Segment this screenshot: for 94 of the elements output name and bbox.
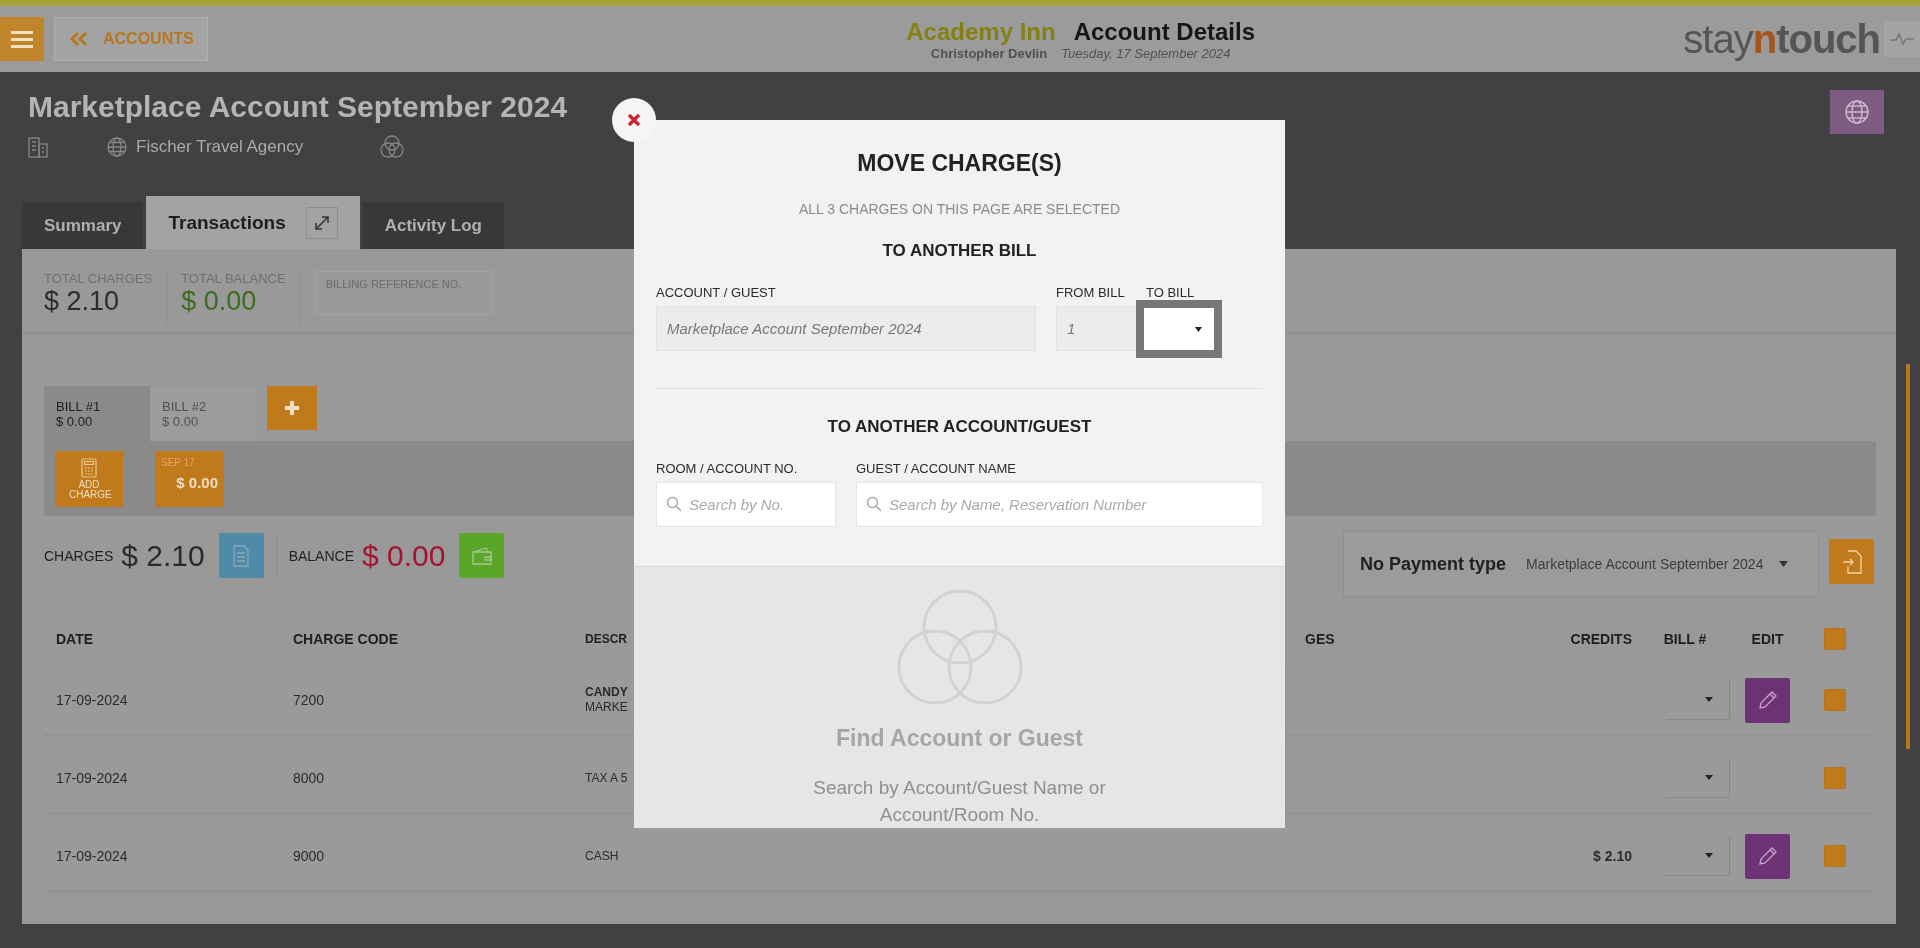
hotel-name: Academy Inn xyxy=(906,17,1056,46)
charges-label: CHARGES xyxy=(44,547,114,564)
account-title: Marketplace Account September 2024 xyxy=(28,90,568,124)
business-date: Tuesday, 17 September 2024 xyxy=(1061,45,1231,61)
tab[interactable]: Transactions xyxy=(146,196,360,249)
table-cell: MARKE xyxy=(585,700,628,715)
close-icon xyxy=(627,113,641,127)
menu-icon xyxy=(11,30,33,48)
building-icon xyxy=(28,136,48,158)
balance-amount: $ 0.00 xyxy=(362,538,446,573)
caret-icon xyxy=(1195,326,1202,332)
language-button[interactable] xyxy=(1830,90,1884,134)
wallet-icon xyxy=(470,546,493,565)
payment-type: No Payment type xyxy=(1360,553,1507,575)
tab[interactable]: Summary xyxy=(22,202,144,249)
field-label: ROOM / ACCOUNT NO. xyxy=(656,461,799,476)
bill-dropdown[interactable] xyxy=(1666,680,1730,720)
double-chevron-icon xyxy=(69,31,89,47)
table-cell: TAX A 5 xyxy=(585,770,628,786)
plus-icon xyxy=(284,400,300,416)
table-cell-text: 17-09-2024 xyxy=(56,848,129,864)
add-bill-button[interactable] xyxy=(267,386,317,430)
room-search-field[interactable]: Search by No. xyxy=(656,482,836,527)
globe-icon xyxy=(1844,99,1870,125)
pencil-icon xyxy=(1756,845,1779,867)
column-header: EDIT xyxy=(1751,630,1784,647)
column-header: DATE xyxy=(56,630,95,647)
page-title: Account Details xyxy=(1073,17,1256,46)
table-cell: CANDY xyxy=(585,685,628,700)
expand-icon xyxy=(312,213,331,232)
total-value: $ 2.10 xyxy=(44,286,121,317)
table-cell: CASH xyxy=(585,848,619,864)
caret-icon xyxy=(1705,697,1713,702)
column-header: GES xyxy=(1305,630,1336,647)
field-label: GUEST / ACCOUNT NAME xyxy=(856,461,1017,476)
logo: stayntouch xyxy=(1683,16,1880,62)
field-label: ACCOUNT / GUEST xyxy=(656,285,777,300)
pulse-icon xyxy=(1890,32,1914,46)
add-charge-button[interactable]: ADD CHARGE xyxy=(55,450,123,507)
table-cell-text: 17-09-2024 xyxy=(56,770,129,786)
menu-button[interactable] xyxy=(0,17,44,61)
activity-button[interactable] xyxy=(1884,21,1920,57)
section-title: TO ANOTHER ACCOUNT/GUEST xyxy=(827,417,1092,437)
calculator-icon xyxy=(81,457,97,478)
row-checkbox[interactable] xyxy=(1824,767,1846,789)
selection-note: ALL 3 CHARGES ON THIS PAGE ARE SELECTED xyxy=(798,201,1121,217)
expand-button[interactable] xyxy=(305,206,338,239)
column-header: CHARGE CODE xyxy=(293,630,399,647)
travel-agency[interactable]: Fischer Travel Agency xyxy=(106,136,304,158)
export-button[interactable] xyxy=(1829,539,1874,584)
field-label: FROM BILL xyxy=(1056,285,1126,300)
document-icon xyxy=(232,544,251,567)
caret-icon xyxy=(1705,775,1713,780)
caret-icon xyxy=(1779,561,1789,567)
section-title: TO ANOTHER BILL xyxy=(882,241,1037,261)
bill-dropdown[interactable] xyxy=(1666,758,1730,798)
caret-icon xyxy=(1705,853,1713,858)
empty-state-title: Find Account or Guest xyxy=(835,725,1083,752)
dialog-title: MOVE CHARGE(S) xyxy=(857,150,1062,177)
row-checkbox[interactable] xyxy=(1824,689,1846,711)
empty-state-text: Search by Account/Guest Name or Account/Room No. xyxy=(812,776,1107,827)
user-name: Christopher Devlin xyxy=(930,45,1048,61)
table-cell-text: 7200 xyxy=(293,692,326,708)
payment-button[interactable] xyxy=(459,533,505,578)
circles-icon xyxy=(379,134,406,160)
bill-dropdown[interactable] xyxy=(1666,836,1730,876)
column-header: CREDITS xyxy=(1570,630,1632,647)
to-bill-dropdown[interactable] xyxy=(1136,300,1222,358)
bill-tab[interactable]: BILL #1 $ 0.00 xyxy=(44,386,150,441)
globe-icon xyxy=(106,136,128,158)
table-cell: $ 2.10 xyxy=(1593,848,1632,864)
tab[interactable]: Activity Log xyxy=(362,202,504,249)
payment-account-dropdown[interactable]: Marketplace Account September 2024 xyxy=(1526,556,1789,572)
file-import-icon xyxy=(1841,549,1862,574)
account-field: Marketplace Account September 2024 xyxy=(656,306,1036,351)
invoice-button[interactable] xyxy=(218,533,264,578)
field-label: TO BILL xyxy=(1146,285,1196,300)
balance-label: BALANCE xyxy=(288,547,354,564)
guest-search-field[interactable]: Search by Name, Reservation Number xyxy=(856,482,1263,527)
charges-amount: $ 2.10 xyxy=(121,538,205,573)
row-checkbox[interactable] xyxy=(1824,845,1846,867)
table-cell-text: 9000 xyxy=(293,848,326,864)
table-cell-text: 17-09-2024 xyxy=(56,692,129,708)
column-header: DESCR xyxy=(585,631,628,646)
pencil-icon xyxy=(1756,689,1779,711)
date-chip[interactable]: SEP 17 $ 0.00 xyxy=(155,450,224,507)
total-value: $ 0.00 xyxy=(181,286,258,317)
select-all-checkbox[interactable] xyxy=(1824,627,1846,650)
table-cell-text: 8000 xyxy=(293,770,326,786)
agency-name: Fischer Travel Agency xyxy=(136,137,304,157)
scrollbar[interactable] xyxy=(1906,364,1910,749)
edit-button[interactable] xyxy=(1745,677,1790,723)
edit-button[interactable] xyxy=(1745,833,1790,879)
column-header: BILL # xyxy=(1663,630,1707,647)
